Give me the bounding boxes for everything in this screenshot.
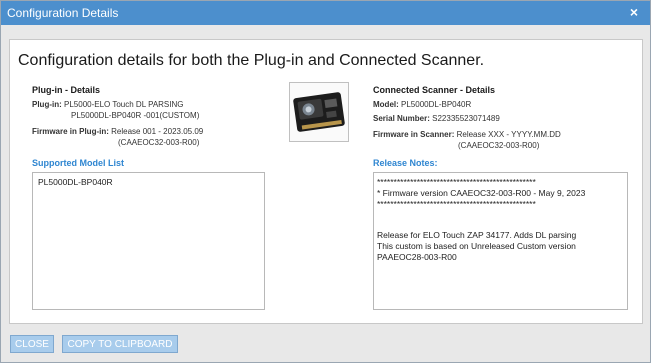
scanner-module-image xyxy=(289,82,349,142)
release-notes-line xyxy=(377,210,624,221)
supported-model-list[interactable]: PL5000DL-BP040R xyxy=(32,172,265,310)
plugin-firmware-label: Firmware in Plug-in: xyxy=(32,127,109,136)
release-notes-line: ****************************************… xyxy=(377,199,536,209)
plugin-firmware-value: Release 001 - 2023.05.09 xyxy=(111,127,204,136)
scanner-model-value: PL5000DL-BP040R xyxy=(401,100,472,109)
page-title: Configuration details for both the Plug-… xyxy=(18,52,485,69)
scanner-module-icon xyxy=(293,92,345,132)
copy-to-clipboard-button[interactable]: COPY TO CLIPBOARD xyxy=(62,335,178,353)
release-notes-box[interactable]: ****************************************… xyxy=(373,172,628,310)
release-notes-line: * Firmware version CAAEOC32-003-R00 - Ma… xyxy=(377,188,586,198)
title-bar: Configuration Details × xyxy=(1,1,650,25)
list-item[interactable]: PL5000DL-BP040R xyxy=(38,177,259,188)
scanner-firmware-row: Firmware in Scanner: Release XXX - YYYY.… xyxy=(373,129,561,140)
scanner-serial-label: Serial Number: xyxy=(373,114,430,123)
scanner-model-label: Model: xyxy=(373,100,399,109)
release-notes-line: Release for ELO Touch ZAP 34177. Adds DL… xyxy=(377,230,577,240)
release-notes-line: PAAEOC28-003-R00 xyxy=(377,252,457,262)
plugin-value-line2: PL5000DL-BP040R -001(CUSTOM) xyxy=(71,111,200,120)
details-panel: Configuration details for both the Plug-… xyxy=(9,39,643,324)
scanner-firmware-value: Release XXX - YYYY.MM.DD xyxy=(456,130,561,139)
close-icon[interactable]: × xyxy=(626,4,642,20)
plugin-value: PL5000-ELO Touch DL PARSING xyxy=(64,100,184,109)
plugin-row: Plug-in: PL5000-ELO Touch DL PARSING xyxy=(32,99,183,110)
release-notes-line: ****************************************… xyxy=(377,177,536,187)
scanner-serial-value: S22335523071489 xyxy=(432,114,500,123)
plugin-section-title: Plug-in - Details xyxy=(32,85,101,95)
configuration-dialog: Configuration Details × Configuration de… xyxy=(0,0,651,363)
scanner-firmware-label: Firmware in Scanner: xyxy=(373,130,455,139)
supported-model-list-title: Supported Model List xyxy=(32,158,124,168)
scanner-serial-row: Serial Number: S22335523071489 xyxy=(373,113,500,124)
release-notes-title: Release Notes: xyxy=(373,158,438,168)
window-title: Configuration Details xyxy=(7,6,119,20)
plugin-label: Plug-in: xyxy=(32,100,62,109)
scanner-section-title: Connected Scanner - Details xyxy=(373,85,496,95)
scanner-firmware-code: (CAAEOC32-003-R00) xyxy=(458,141,540,150)
scanner-model-row: Model: PL5000DL-BP040R xyxy=(373,99,471,110)
release-notes-line: This custom is based on Unreleased Custo… xyxy=(377,241,576,251)
plugin-firmware-row: Firmware in Plug-in: Release 001 - 2023.… xyxy=(32,126,203,137)
close-button[interactable]: CLOSE xyxy=(10,335,54,353)
plugin-firmware-code: (CAAEOC32-003-R00) xyxy=(118,138,200,147)
